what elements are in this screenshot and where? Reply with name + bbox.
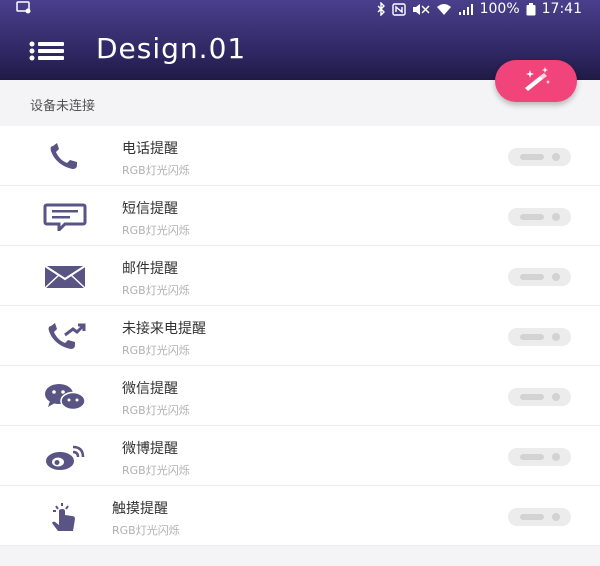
phone-toggle[interactable] xyxy=(508,148,571,166)
phone-icon xyxy=(40,142,90,172)
connection-status-text: 设备未连接 xyxy=(30,99,96,114)
item-subtitle: RGB灯光闪烁 xyxy=(122,164,190,177)
menu-icon[interactable] xyxy=(28,40,66,62)
item-subtitle: RGB灯光闪烁 xyxy=(122,344,190,357)
screen-cast-icon xyxy=(16,1,32,18)
missed-call-toggle[interactable] xyxy=(508,328,571,346)
battery-icon xyxy=(526,2,536,16)
touch-toggle[interactable] xyxy=(508,508,571,526)
signal-icon xyxy=(458,3,474,16)
wechat-toggle[interactable] xyxy=(508,388,571,406)
mute-icon xyxy=(412,3,430,16)
sms-toggle[interactable] xyxy=(508,208,571,226)
list-item-mail[interactable]: 邮件提醒 RGB灯光闪烁 xyxy=(0,246,600,306)
wechat-icon xyxy=(40,382,90,412)
weibo-toggle[interactable] xyxy=(508,448,571,466)
status-bar: 100% 17:41 xyxy=(0,0,600,20)
magic-wand-button[interactable] xyxy=(495,60,577,102)
item-title: 微信提醒 xyxy=(122,381,178,397)
item-subtitle: RGB灯光闪烁 xyxy=(122,224,190,237)
notification-list: 电话提醒 RGB灯光闪烁 短信提醒 RGB灯光闪烁 邮件提醒 RGB灯光闪烁 未… xyxy=(0,126,600,546)
item-title: 未接来电提醒 xyxy=(122,321,206,337)
clock: 17:41 xyxy=(541,1,582,17)
missed-call-icon xyxy=(40,322,90,352)
mail-toggle[interactable] xyxy=(508,268,571,286)
app-title: Design.01 xyxy=(96,32,247,65)
list-item-missed-call[interactable]: 未接来电提醒 RGB灯光闪烁 xyxy=(0,306,600,366)
touch-icon xyxy=(40,502,90,532)
item-title: 邮件提醒 xyxy=(122,261,178,277)
battery-percent: 100% xyxy=(479,1,520,17)
wifi-icon xyxy=(436,3,452,16)
status-icons: 100% 17:41 xyxy=(377,1,582,17)
list-item-wechat[interactable]: 微信提醒 RGB灯光闪烁 xyxy=(0,366,600,426)
mail-icon xyxy=(40,262,90,292)
list-item-weibo[interactable]: 微博提醒 RGB灯光闪烁 xyxy=(0,426,600,486)
sms-icon xyxy=(40,202,90,232)
item-title: 短信提醒 xyxy=(122,201,178,217)
list-item-phone[interactable]: 电话提醒 RGB灯光闪烁 xyxy=(0,126,600,186)
item-title: 触摸提醒 xyxy=(112,501,168,517)
magic-wand-icon xyxy=(520,66,552,96)
nfc-icon xyxy=(391,2,406,16)
list-item-touch[interactable]: 触摸提醒 RGB灯光闪烁 xyxy=(0,486,600,546)
item-title: 电话提醒 xyxy=(122,141,178,157)
item-subtitle: RGB灯光闪烁 xyxy=(122,404,190,417)
list-item-sms[interactable]: 短信提醒 RGB灯光闪烁 xyxy=(0,186,600,246)
item-subtitle: RGB灯光闪烁 xyxy=(122,284,190,297)
item-title: 微博提醒 xyxy=(122,441,178,457)
item-subtitle: RGB灯光闪烁 xyxy=(122,464,190,477)
bluetooth-icon xyxy=(377,2,386,16)
weibo-icon xyxy=(40,442,90,472)
item-subtitle: RGB灯光闪烁 xyxy=(112,524,180,537)
